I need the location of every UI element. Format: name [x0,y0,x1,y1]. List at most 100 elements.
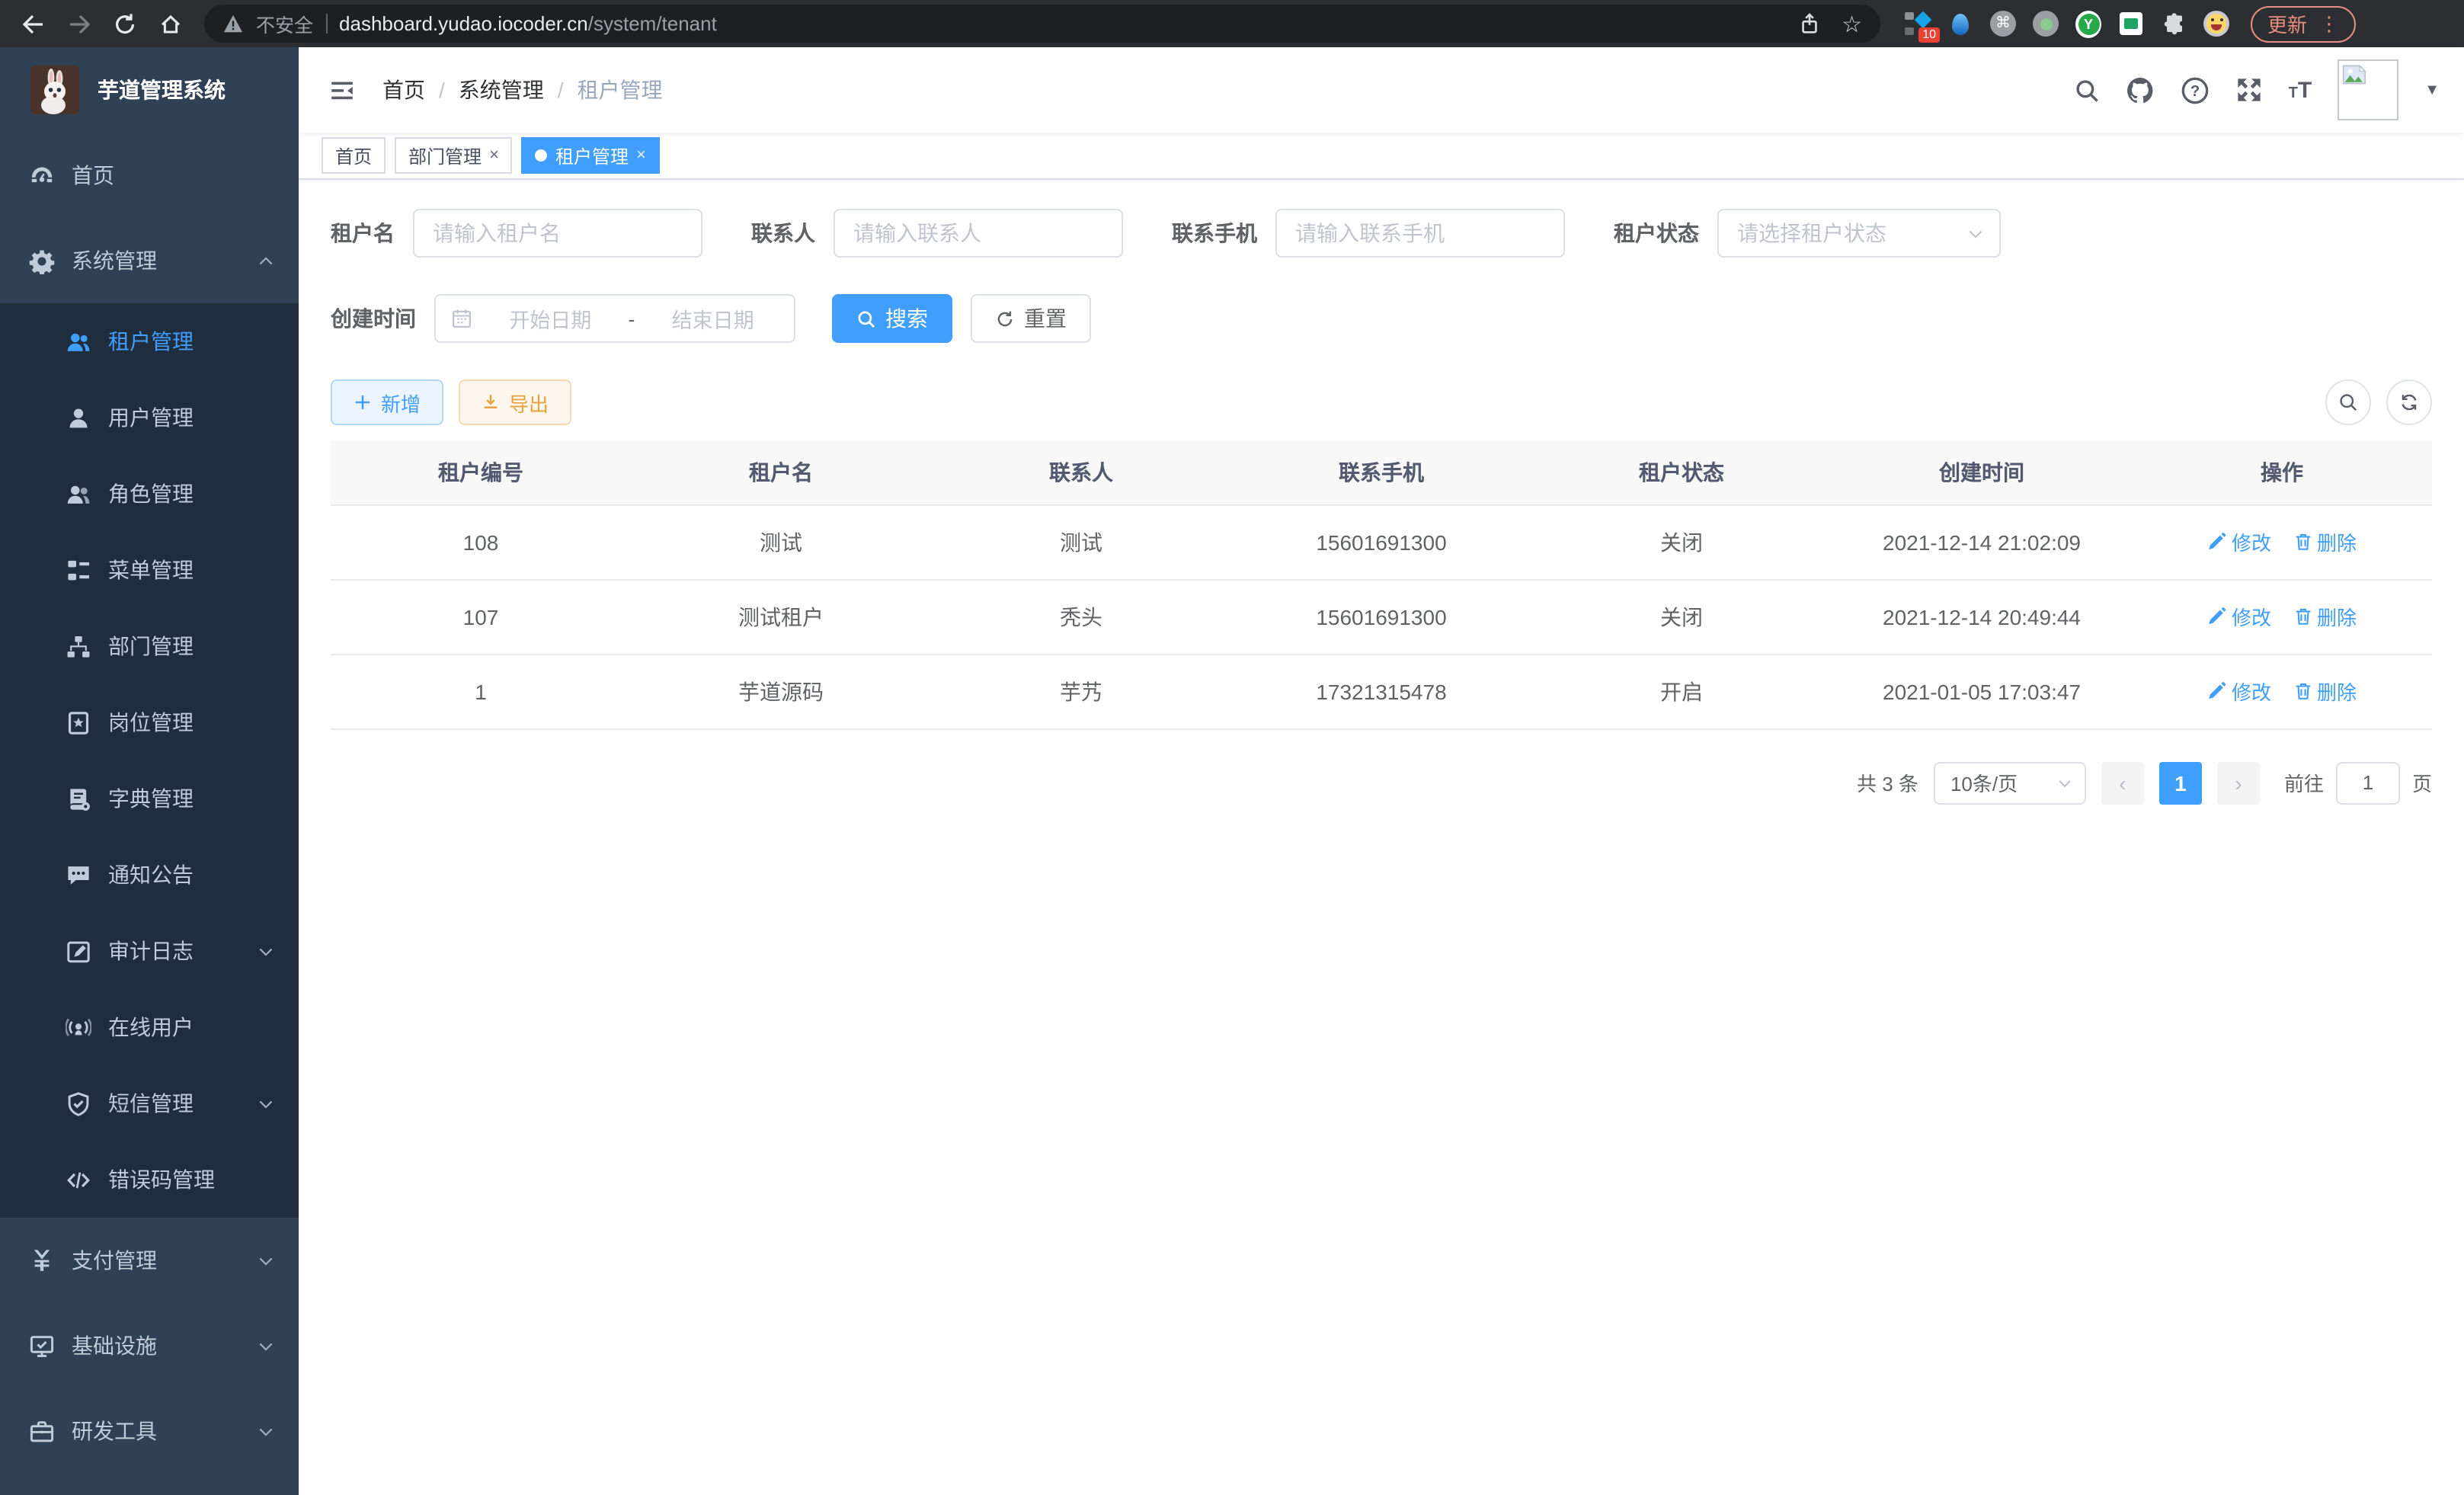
page-number-button[interactable]: 1 [2159,761,2202,804]
export-button[interactable]: 导出 [459,379,571,425]
not-secure-warning-icon [222,14,244,34]
avatar-caret-icon[interactable]: ▼ [2424,82,2440,98]
sidebar-item-首页[interactable]: 首页 [0,133,299,218]
sidebar-item-在线用户[interactable]: 在线用户 [0,989,299,1065]
sidebar-item-通知公告[interactable]: 通知公告 [0,837,299,913]
edit-pencil-icon [2207,681,2227,701]
extension-tabs-icon[interactable]: 10 [1905,11,1931,37]
tenant-table: 租户编号租户名联系人联系手机租户状态创建时间操作 108测试测试15601691… [331,440,2432,729]
column-header-租户状态: 租户状态 [1531,440,1832,504]
breadcrumb: 首页/系统管理/租户管理 [382,75,663,105]
font-size-icon[interactable]: TT [2289,77,2312,103]
sidebar-item-研发工具[interactable]: 研发工具 [0,1388,299,1474]
top-navbar: 首页/系统管理/租户管理 ? TT [299,47,2464,133]
breadcrumb-item-首页[interactable]: 首页 [382,75,425,105]
close-tab-icon[interactable]: × [489,146,499,165]
add-button[interactable]: 新增 [331,379,443,425]
tab-首页[interactable]: 首页 [322,137,386,174]
sidebar-item-基础设施[interactable]: 基础设施 [0,1303,299,1388]
browser-reload-icon[interactable] [107,5,143,42]
tab-租户管理[interactable]: 租户管理× [522,137,660,174]
extension-chat-icon[interactable] [2118,11,2144,37]
sidebar-item-角色管理[interactable]: 角色管理 [0,456,299,532]
browser-menu-kebab-icon[interactable]: ⋮ [2319,11,2339,36]
extension-command-icon[interactable]: ⌘ [1990,11,2016,37]
edit-button[interactable]: 修改 [2207,527,2271,556]
cell-id: 1 [331,654,631,728]
error-code-icon [66,1167,91,1192]
help-icon[interactable]: ? [2181,75,2210,104]
close-tab-icon[interactable]: × [636,146,646,165]
refresh-table-button[interactable] [2386,379,2432,425]
sidebar-item-岗位管理[interactable]: 岗位管理 [0,684,299,760]
sidebar-item-系统管理[interactable]: 系统管理 [0,218,299,303]
mobile-input[interactable] [1275,209,1565,258]
sidebar-item-字典管理[interactable]: 字典管理 [0,760,299,837]
filter-row-2: 创建时间 开始日期 - 结束日期 搜索 [331,294,2432,343]
extension-pin-icon[interactable] [1947,11,1973,37]
extension-emoji-icon[interactable] [2203,11,2229,37]
reset-button[interactable]: 重置 [971,294,1091,343]
browser-back-icon[interactable] [15,5,52,42]
app-logo[interactable]: 芋道管理系统 [0,47,299,133]
fullscreen-icon[interactable] [2235,76,2263,104]
edit-button[interactable]: 修改 [2207,677,2271,706]
delete-button-label: 删除 [2317,527,2357,556]
delete-button[interactable]: 删除 [2293,527,2357,556]
browser-forward-icon[interactable] [61,5,98,42]
next-page-button[interactable]: › [2217,761,2260,804]
status-select[interactable]: 请选择租户状态 [1717,209,2001,258]
sidebar-item-错误码管理[interactable]: 错误码管理 [0,1141,299,1218]
show-search-toggle-button[interactable] [2325,379,2371,425]
browser-home-icon[interactable] [152,5,189,42]
bookmark-star-icon[interactable]: ☆ [1842,10,1862,37]
sidebar-item-label: 字典管理 [108,783,194,814]
contact-input[interactable] [834,209,1123,258]
github-icon[interactable] [2126,75,2155,104]
sidebar-item-label: 研发工具 [72,1416,157,1446]
date-end-placeholder[interactable]: 结束日期 [647,303,779,334]
edit-button[interactable]: 修改 [2207,602,2271,631]
table-row: 1芋道源码芋艿17321315478开启2021-01-05 17:03:47修… [331,654,2432,728]
header-search-icon[interactable] [2074,77,2100,103]
breadcrumb-item-租户管理: 租户管理 [578,75,663,105]
share-icon[interactable] [1797,12,1820,35]
delete-button[interactable]: 删除 [2293,677,2357,706]
tenant-name-input[interactable] [413,209,702,258]
sidebar-item-用户管理[interactable]: 用户管理 [0,379,299,456]
extensions-puzzle-icon[interactable] [2161,11,2187,37]
user-icon [66,405,91,431]
date-start-placeholder[interactable]: 开始日期 [485,303,616,334]
delete-button[interactable]: 删除 [2293,602,2357,631]
sidebar-collapse-icon[interactable] [323,77,361,103]
goto-page-input[interactable] [2336,761,2400,804]
goto-label: 前往 [2284,768,2324,797]
browser-update-button[interactable]: 更新 ⋮ [2251,5,2356,42]
sidebar-item-审计日志[interactable]: 审计日志 [0,913,299,989]
security-label: 不安全 [256,9,313,38]
sidebar-item-支付管理[interactable]: 支付管理 [0,1218,299,1303]
sidebar-item-租户管理[interactable]: 租户管理 [0,303,299,379]
navbar-actions: ? TT ▼ [2074,59,2440,120]
app-frame: 芋道管理系统 首页系统管理租户管理用户管理角色管理菜单管理部门管理岗位管理字典管… [0,47,2464,1495]
prev-page-button[interactable]: ‹ [2101,761,2144,804]
dev-tool-icon [29,1418,55,1444]
sidebar-item-label: 角色管理 [108,479,194,509]
user-avatar[interactable] [2338,59,2398,120]
sidebar-item-label: 岗位管理 [108,707,194,738]
dashboard-icon [29,162,55,188]
sidebar-item-部门管理[interactable]: 部门管理 [0,608,299,684]
sidebar-item-菜单管理[interactable]: 菜单管理 [0,532,299,608]
tab-部门管理[interactable]: 部门管理× [395,137,513,174]
system-submenu: 租户管理用户管理角色管理菜单管理部门管理岗位管理字典管理通知公告审计日志在线用户… [0,303,299,1218]
breadcrumb-item-系统管理[interactable]: 系统管理 [459,75,544,105]
extension-status-icon[interactable] [2033,11,2059,37]
sms-shield-icon [66,1090,91,1116]
address-bar[interactable]: 不安全 dashboard.yudao.iocoder.cn/system/te… [204,5,1880,43]
page-size-select[interactable]: 10条/页 [1934,761,2086,804]
sidebar-item-短信管理[interactable]: 短信管理 [0,1065,299,1141]
search-button[interactable]: 搜索 [832,294,952,343]
chevron-down-icon [258,1423,274,1439]
date-range-picker[interactable]: 开始日期 - 结束日期 [434,294,795,343]
extension-y-icon[interactable]: Y [2075,11,2101,37]
